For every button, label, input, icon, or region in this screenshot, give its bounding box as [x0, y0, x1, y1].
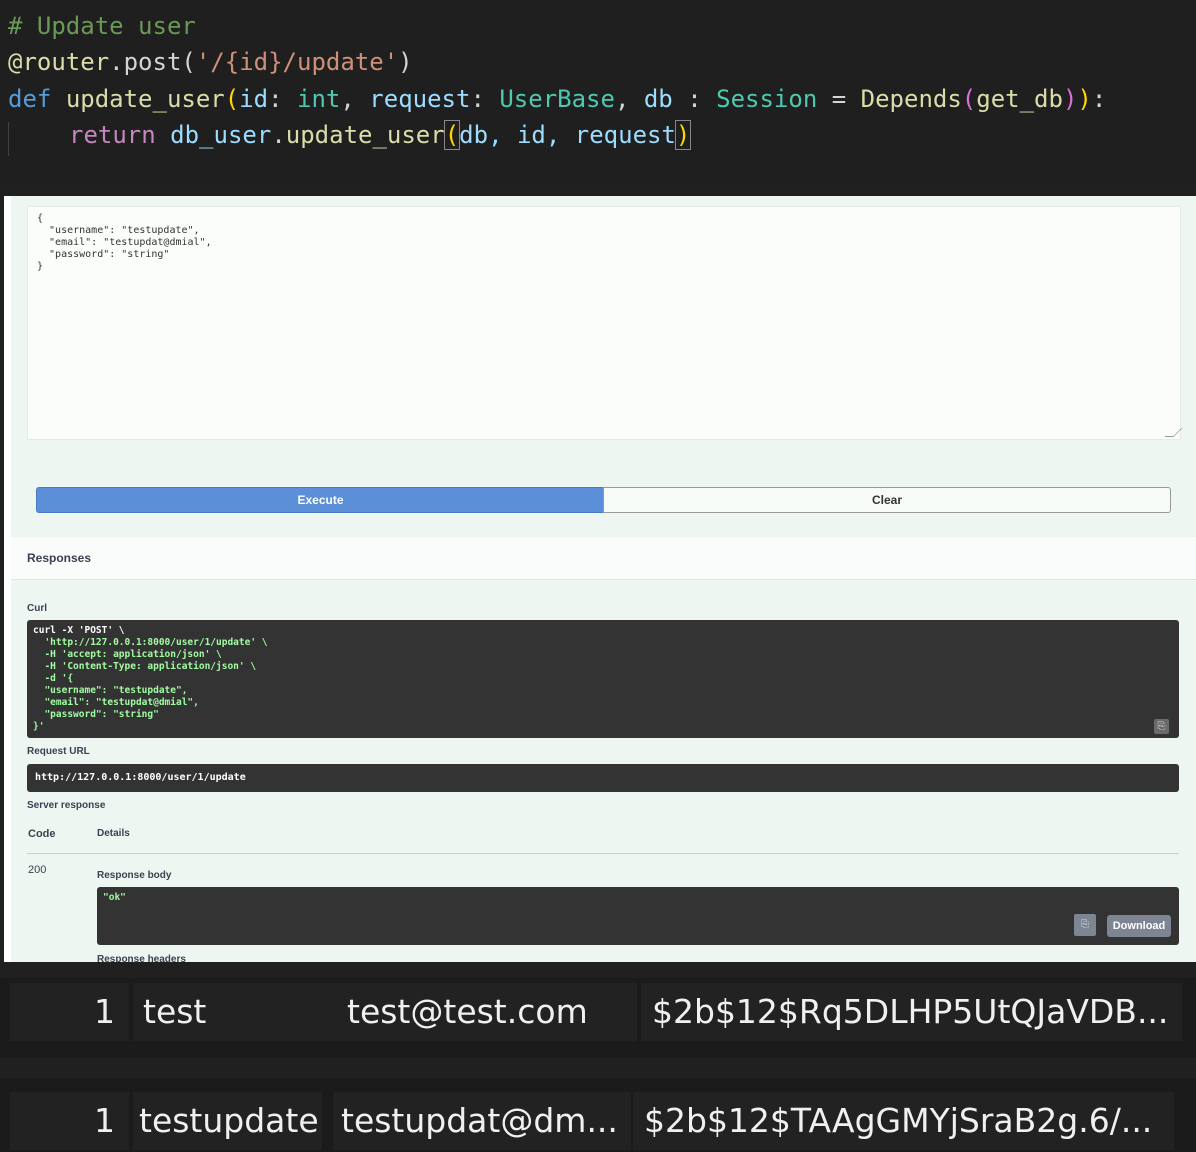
curl-line: 'http://127.0.0.1:8000/user/1/update' \	[44, 637, 268, 648]
curl-line: curl -X 'POST' \	[33, 625, 125, 636]
indent-guide	[8, 122, 9, 156]
db-row-after: 1 testupdate testupdat@dm... $2b$12$TAAg…	[0, 1078, 1196, 1152]
return-keyword: return	[69, 121, 156, 149]
response-headers-label: Response headers	[97, 954, 186, 962]
response-body-text: "ok"	[103, 892, 126, 903]
resize-grip-icon[interactable]	[1164, 428, 1183, 437]
def-keyword: def	[8, 85, 52, 113]
server-response-label: Server response	[27, 800, 106, 811]
request-body-textarea[interactable]: { "username": "testupdate", "email": "te…	[27, 206, 1183, 440]
type-userbase: UserBase	[499, 85, 615, 113]
status-code: 200	[28, 864, 47, 876]
responses-title: Responses	[27, 551, 92, 565]
request-body-text: { "username": "testupdate", "email": "te…	[37, 213, 212, 272]
db-cell-id[interactable]: 1	[10, 1092, 129, 1150]
db-cell-password[interactable]: $2b$12$TAAgGMYjSraB2g.6/...	[633, 1092, 1174, 1150]
request-url-text: http://127.0.0.1:8000/user/1/update	[35, 772, 246, 783]
copy-icon[interactable]: ⎘	[1154, 719, 1169, 734]
curl-line: }'	[33, 721, 45, 732]
request-url-label: Request URL	[27, 746, 90, 757]
db-cell-password[interactable]: $2b$12$Rq5DLHP5UtQJaVDB...	[641, 983, 1182, 1041]
curl-line: "password": "string"	[44, 709, 159, 720]
copy-icon[interactable]: ⎘	[1074, 914, 1096, 936]
param-request: request	[369, 85, 471, 113]
route-path: '/{id}/update'	[195, 48, 399, 76]
curl-line: -d '{	[44, 673, 74, 684]
curl-command: curl -X 'POST' \ 'http://127.0.0.1:8000/…	[33, 625, 268, 733]
db-cell-email[interactable]: testupdat@dm...	[333, 1092, 631, 1150]
curl-line: -H 'Content-Type: application/json' \	[44, 661, 257, 672]
download-button[interactable]: Download	[1107, 915, 1171, 937]
decorator: @router	[8, 48, 110, 76]
code-editor[interactable]: # Update user @router.post('/{id}/update…	[0, 0, 1196, 181]
update-user-call: update_user	[285, 121, 445, 149]
swagger-operation-body: { "username": "testupdate", "email": "te…	[11, 196, 1196, 962]
db-cell-username[interactable]: test	[133, 983, 343, 1041]
depends-call: Depends	[860, 85, 962, 113]
response-body-label: Response body	[97, 870, 172, 881]
request-url-block: http://127.0.0.1:8000/user/1/update	[27, 764, 1179, 792]
code-column-header: Code	[28, 828, 56, 840]
divider	[27, 853, 1179, 854]
db-user-object: db_user	[170, 121, 272, 149]
db-cell-email[interactable]: test@test.com	[337, 983, 637, 1041]
code-def-line: def update_user(id: int, request: UserBa…	[8, 85, 1107, 113]
curl-code-block: curl -X 'POST' \ 'http://127.0.0.1:8000/…	[27, 620, 1179, 738]
type-session: Session	[716, 85, 818, 113]
response-body-block: "ok" ⎘ Download	[97, 887, 1179, 945]
decorator-close: )	[398, 48, 413, 76]
call-args: db, id, request	[459, 121, 676, 149]
curl-line: "username": "testupdate",	[44, 685, 188, 696]
function-name: update_user	[65, 85, 225, 113]
param-db: db	[643, 85, 673, 113]
code-decorator-line: @router.post('/{id}/update')	[8, 48, 413, 76]
code-comment-line: # Update user	[8, 12, 196, 40]
get-db-arg: get_db	[976, 85, 1063, 113]
curl-line: "email": "testupdat@dmial",	[44, 697, 199, 708]
decorator-method: .post(	[109, 48, 196, 76]
clear-button[interactable]: Clear	[603, 487, 1171, 513]
curl-line: -H 'accept: application/json' \	[44, 649, 222, 660]
param-id: id	[239, 85, 269, 113]
swagger-panel: { "username": "testupdate", "email": "te…	[4, 196, 1196, 962]
details-column-header: Details	[97, 828, 130, 839]
curl-label: Curl	[27, 603, 47, 614]
db-cell-username[interactable]: testupdate	[133, 1092, 322, 1150]
responses-header: Responses	[11, 537, 1196, 580]
db-cell-id[interactable]: 1	[10, 983, 129, 1041]
type-int: int	[297, 85, 341, 113]
execute-button[interactable]: Execute	[36, 487, 605, 513]
code-return-line: return db_user.update_user(db, id, reque…	[69, 120, 692, 150]
db-row-before: 1 test test@test.com $2b$12$Rq5DLHP5UtQJ…	[0, 978, 1196, 1058]
